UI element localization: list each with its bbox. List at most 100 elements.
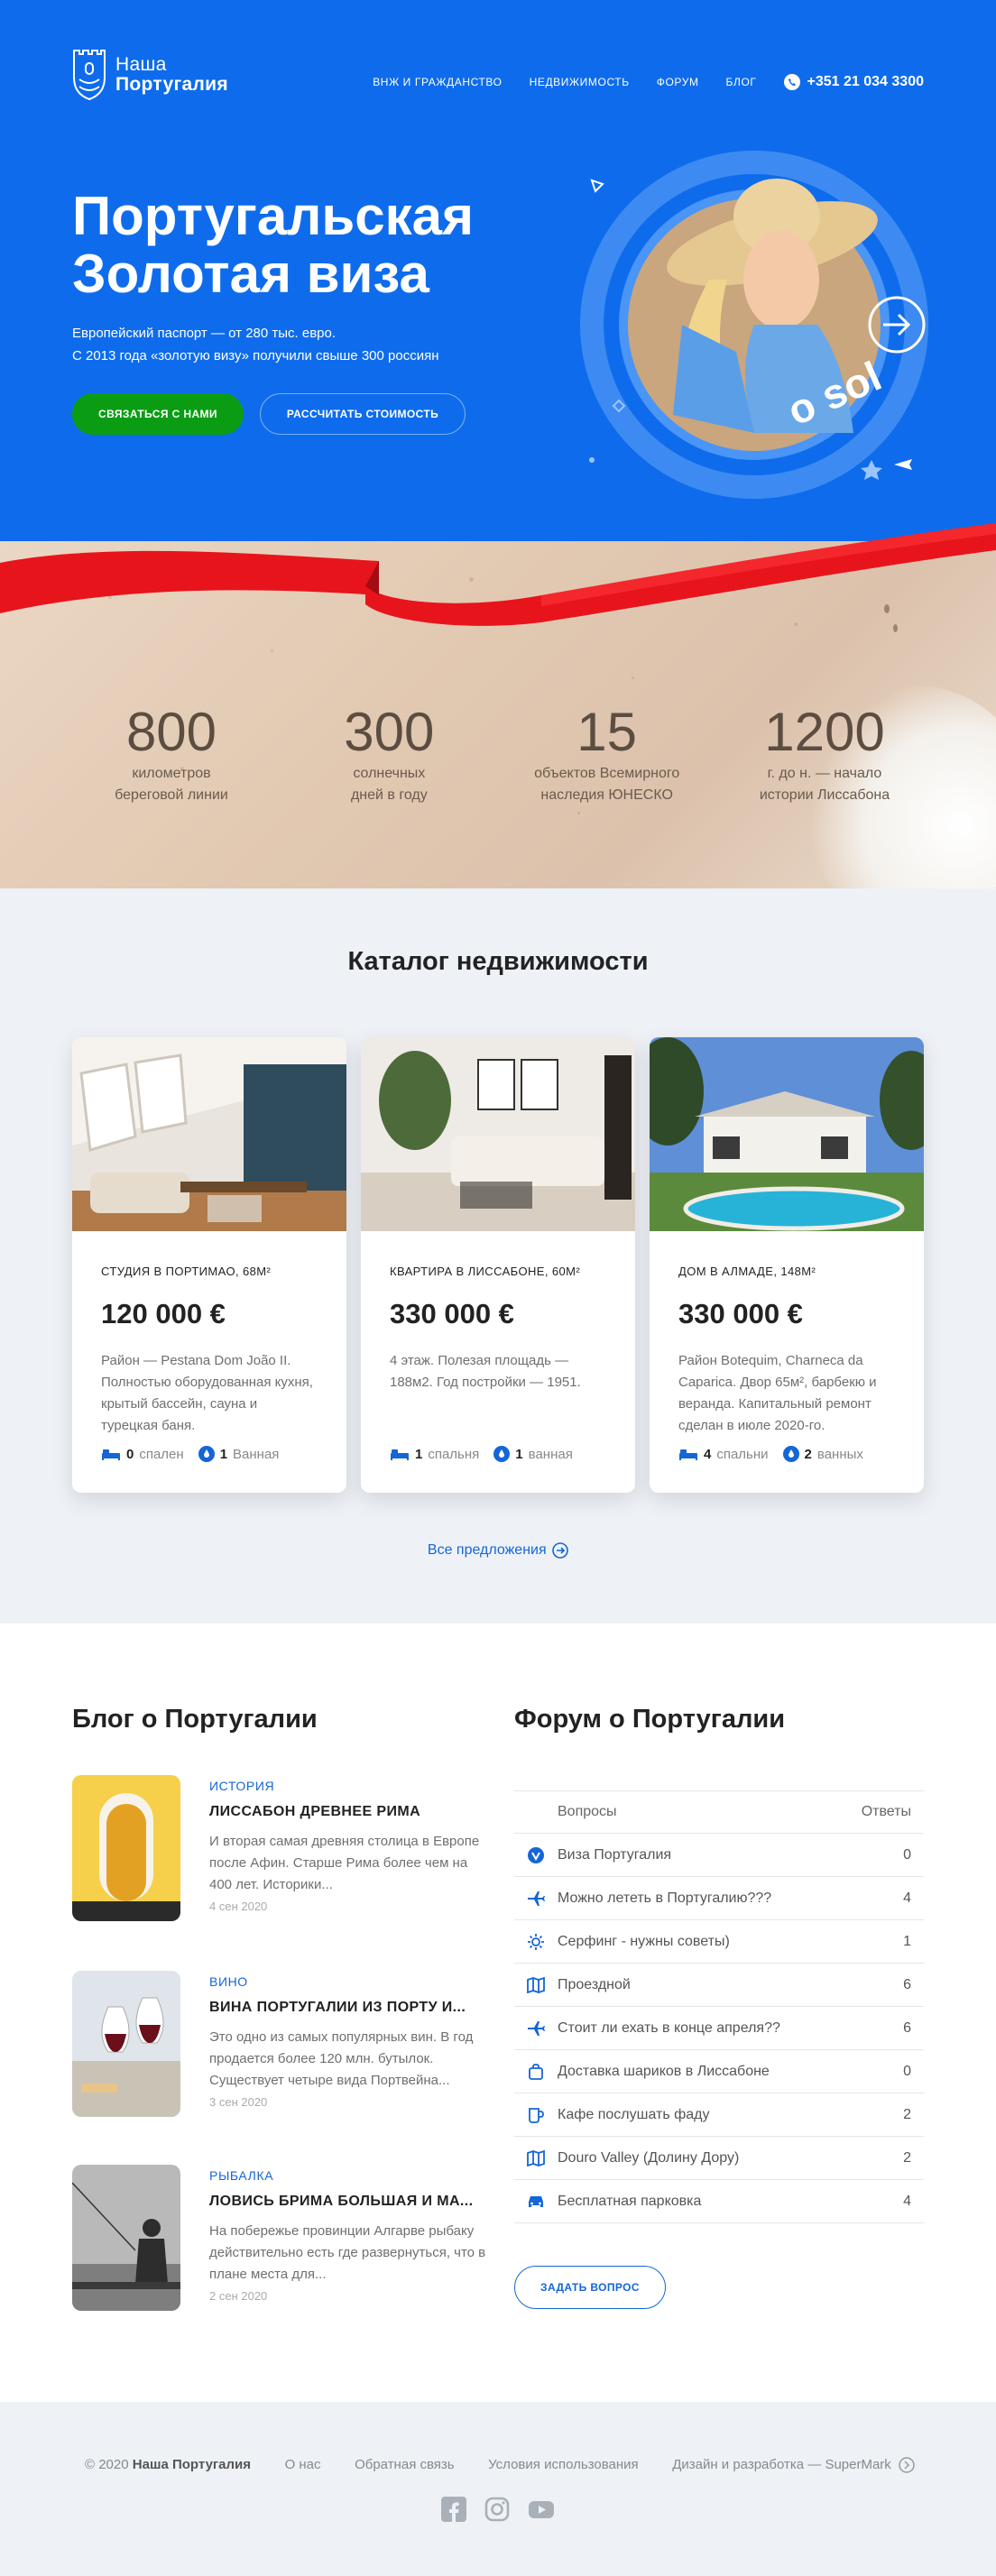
stat-lisbon-history: 1200 г. до н. — начало истории Лиссабона <box>725 704 924 806</box>
property-title: ДОМ В АЛМАДЕ, 148М² <box>678 1265 816 1278</box>
bath-drop-icon <box>198 1446 215 1462</box>
copyright-year: © 2020 <box>85 2457 129 2472</box>
post-category[interactable]: ВИНО <box>209 1974 248 1989</box>
stat-number: 1200 <box>764 702 885 762</box>
beds-label: спальни <box>716 1446 769 1462</box>
property-price: 330 000 € <box>678 1298 803 1329</box>
site-logo[interactable]: Наша Португалия <box>72 47 228 103</box>
forum-question[interactable]: Виза Португалия <box>558 1847 888 1863</box>
forum-row[interactable]: Доставка шариков в Лиссабоне 0 <box>514 2050 924 2093</box>
arrow-circle-icon <box>899 2457 915 2473</box>
footer-about-link[interactable]: О нас <box>285 2457 321 2473</box>
stats-row: 800 километров береговой линии 300 солнеч… <box>72 704 924 806</box>
forum-question[interactable]: Можно лететь в Португалию??? <box>558 1891 888 1907</box>
stat-label: дней в году <box>350 787 428 803</box>
cup-icon <box>514 2107 558 2123</box>
plane-icon <box>514 1891 558 1907</box>
calculate-cost-button[interactable]: РАССЧИТАТЬ СТОИМОСТЬ <box>260 393 466 435</box>
forum-row[interactable]: Серфинг - нужны советы) 1 <box>514 1920 924 1964</box>
forum-question[interactable]: Douro Valley (Долину Дору) <box>558 2150 888 2167</box>
baths-label: ванных <box>816 1446 863 1462</box>
stat-label: г. до н. — начало <box>767 766 882 781</box>
forum-question[interactable]: Кафе послушать фаду <box>558 2107 888 2123</box>
hero-subtitle-line2: С 2013 года «золотую визу» получили свыш… <box>72 348 439 363</box>
beds-label: спален <box>139 1446 184 1462</box>
map-icon <box>514 2149 558 2167</box>
stat-label: солнечных <box>353 766 426 781</box>
footer-terms-link[interactable]: Условия использования <box>488 2457 639 2473</box>
baths-count: 2 <box>804 1446 812 1462</box>
phone-number: +351 21 034 3300 <box>807 74 924 89</box>
car-icon <box>514 2194 558 2210</box>
post-excerpt: И вторая самая древняя столица в Европе … <box>209 1834 480 1892</box>
stat-number: 15 <box>576 702 638 762</box>
footer-credits-link[interactable]: Дизайн и разработка — SuperMark <box>672 2457 915 2473</box>
nav-item-forum[interactable]: ФОРУМ <box>657 76 699 88</box>
hero-illustration: o sol <box>580 151 928 499</box>
blog-post[interactable]: ВИНО ВИНА ПОРТУГАЛИИ ИЗ ПОРТУ И... Это о… <box>72 1971 487 2117</box>
forum-row[interactable]: Кафе послушать фаду 2 <box>514 2093 924 2137</box>
baths-label: Ванная <box>233 1446 280 1462</box>
forum-question[interactable]: Стоит ли ехать в конце апреля?? <box>558 2020 888 2037</box>
post-title[interactable]: ЛИССАБОН ДРЕВНЕЕ РИМА <box>209 1804 420 1820</box>
bed-icon <box>102 1449 120 1460</box>
map-icon <box>514 1976 558 1993</box>
contact-button[interactable]: СВЯЗАТЬСЯ С НАМИ <box>72 393 244 435</box>
beds-count: 4 <box>704 1446 712 1462</box>
stat-label: километров <box>132 766 211 781</box>
post-category[interactable]: ИСТОРИЯ <box>209 1779 274 1793</box>
post-title[interactable]: ЛОВИСЬ БРИМА БОЛЬШАЯ И МА... <box>209 2194 473 2210</box>
forum-title: Форум о Португалии <box>514 1705 786 1734</box>
hero-subtitle-line1: Европейский паспорт — от 280 тыс. евро. <box>72 326 337 341</box>
property-description: 4 этаж. Полезая площадь — 188м2. Год пос… <box>390 1353 581 1390</box>
plane-icon <box>514 2020 558 2037</box>
ask-question-button[interactable]: ЗАДАТЬ ВОПРОС <box>514 2266 666 2309</box>
property-card[interactable]: КВАРТИРА В ЛИССАБОНЕ, 60М² 330 000 € 4 э… <box>361 1037 635 1493</box>
post-title[interactable]: ВИНА ПОРТУГАЛИИ ИЗ ПОРТУ И... <box>209 2000 466 2016</box>
instagram-icon[interactable] <box>484 2497 510 2522</box>
post-category[interactable]: РЫБАЛКА <box>209 2168 273 2183</box>
footer-feedback-link[interactable]: Обратная связь <box>355 2457 455 2473</box>
nav-item-realty[interactable]: НЕДВИЖИМОСТЬ <box>530 76 630 88</box>
forum-answers-count: 0 <box>903 2063 911 2079</box>
hero-section: Наша Португалия ВНЖ И ГРАЖДАНСТВО НЕДВИЖ… <box>0 0 996 888</box>
post-photo <box>72 1971 180 2117</box>
forum-answers-count: 2 <box>903 2149 911 2166</box>
forum-question[interactable]: Доставка шариков в Лиссабоне <box>558 2064 888 2080</box>
forum-header: Вопросы Ответы <box>514 1790 924 1834</box>
property-description: Район Botequim, Charneca da Caparica. Дв… <box>678 1353 877 1433</box>
bed-icon <box>679 1449 697 1460</box>
main-nav: ВНЖ И ГРАЖДАНСТВО НЕДВИЖИМОСТЬ ФОРУМ БЛО… <box>373 74 924 90</box>
nav-item-residency[interactable]: ВНЖ И ГРАЖДАНСТВО <box>373 76 502 88</box>
catalog-title: Каталог недвижимости <box>347 947 649 976</box>
logo-line1: Наша <box>115 54 167 75</box>
hero-subtitle: Европейский паспорт — от 280 тыс. евро. … <box>72 322 438 367</box>
baths-label: ванная <box>528 1446 573 1462</box>
forum-row[interactable]: Douro Valley (Долину Дору) 2 <box>514 2137 924 2180</box>
forum-table: Вопросы Ответы Виза Португалия 0 Можно лет… <box>514 1790 924 2223</box>
forum-question[interactable]: Серфинг - нужны советы) <box>558 1934 888 1950</box>
forum-row[interactable]: Бесплатная парковка 4 <box>514 2180 924 2223</box>
blog-post[interactable]: ИСТОРИЯ ЛИССАБОН ДРЕВНЕЕ РИМА И вторая с… <box>72 1775 487 1921</box>
blog-post[interactable]: РЫБАЛКА ЛОВИСЬ БРИМА БОЛЬШАЯ И МА... На … <box>72 2165 487 2311</box>
footer-links: © 2020 Наша Португалия О нас Обратная св… <box>85 2457 915 2473</box>
footer-brand: Наша Португалия <box>132 2457 252 2472</box>
arrow-circle-icon <box>552 1542 568 1559</box>
facebook-icon[interactable] <box>441 2497 466 2522</box>
property-card[interactable]: ДОМ В АЛМАДЕ, 148М² 330 000 € Район Bote… <box>650 1037 924 1493</box>
forum-row[interactable]: Можно лететь в Португалию??? 4 <box>514 1877 924 1920</box>
property-card[interactable]: СТУДИЯ В ПОРТИМАО, 68М² 120 000 € Район … <box>72 1037 346 1493</box>
forum-row[interactable]: Проездной 6 <box>514 1964 924 2007</box>
all-offers-link[interactable]: Все предложения <box>0 1542 996 1559</box>
forum-question[interactable]: Проездной <box>558 1977 888 1993</box>
post-photo <box>72 2165 180 2311</box>
forum-row[interactable]: Стоит ли ехать в конце апреля?? 6 <box>514 2007 924 2050</box>
phone-link[interactable]: +351 21 034 3300 <box>783 74 924 90</box>
forum-row[interactable]: Виза Португалия 0 <box>514 1834 924 1877</box>
forum-question[interactable]: Бесплатная парковка <box>558 2194 888 2210</box>
bath-drop-icon <box>493 1446 511 1462</box>
youtube-icon[interactable] <box>528 2497 555 2522</box>
property-photo <box>72 1037 346 1231</box>
forum-answers-count: 1 <box>903 1933 911 1949</box>
nav-item-blog[interactable]: БЛОГ <box>726 76 757 88</box>
